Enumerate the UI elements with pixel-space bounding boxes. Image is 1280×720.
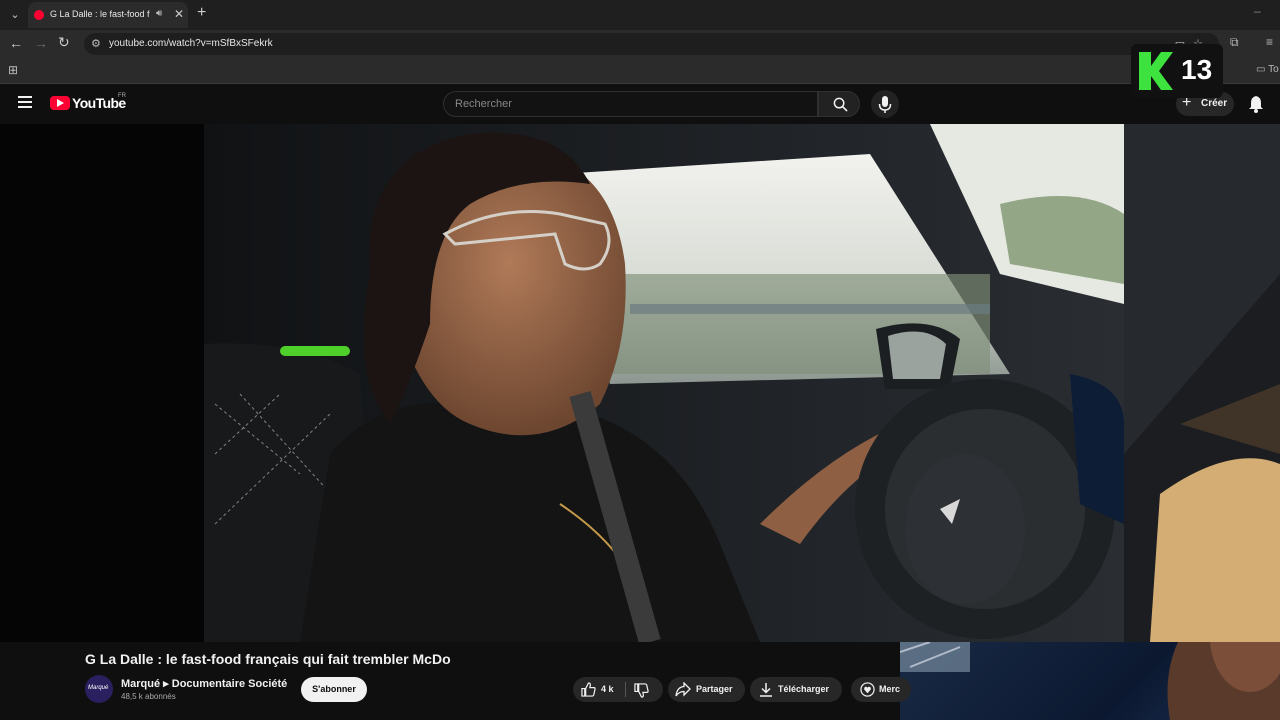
thanks-button[interactable]: Merc xyxy=(851,677,911,702)
window-minimize-icon[interactable]: – xyxy=(1254,4,1261,18)
back-arrow-icon[interactable]: ← xyxy=(9,35,23,51)
avatar-text: Marqué xyxy=(88,685,109,691)
thumbs-down-icon[interactable] xyxy=(634,683,649,698)
browser-tabstrip: ⌄ G La Dalle : le fast-food fran 🔊︎ ✕ + … xyxy=(0,0,1280,30)
video-title: G La Dalle : le fast-food français qui f… xyxy=(85,651,451,667)
folder-icon: ▭ xyxy=(1256,64,1266,75)
tab-close-icon[interactable]: ✕ xyxy=(174,7,184,21)
webcam-overlay xyxy=(900,642,1280,720)
extensions-icon[interactable]: ⧉ xyxy=(1230,35,1239,50)
audio-playing-icon[interactable]: 🔊︎ xyxy=(156,8,162,19)
like-dislike-group: 4 k xyxy=(573,677,663,702)
notifications-bell-icon[interactable] xyxy=(1248,95,1264,113)
thanks-heart-icon xyxy=(860,682,875,697)
download-icon xyxy=(760,683,772,697)
share-arrow-icon xyxy=(675,682,691,697)
browser-toolbar: ← → ↻ ⚙ youtube.com/watch?v=mSfBxSFekrk … xyxy=(0,30,1280,58)
like-count[interactable]: 4 k xyxy=(601,684,614,694)
bookmark-folder[interactable]: ▭ To xyxy=(1256,64,1279,75)
youtube-favicon-icon xyxy=(34,10,44,20)
channel-overlay-logo: 13 xyxy=(1131,44,1223,98)
region-code: FR xyxy=(118,93,126,99)
channel-name[interactable]: Marqué ▸ Documentaire Société xyxy=(121,677,287,690)
voice-search-button[interactable] xyxy=(871,90,899,118)
site-info-icon[interactable]: ⚙ xyxy=(91,37,101,50)
k-letter-logo-icon xyxy=(1139,52,1173,90)
webcam-frame xyxy=(900,642,1280,720)
youtube-masthead: YouTube FR Rechercher + Créer xyxy=(0,84,1280,124)
apps-grid-icon[interactable]: ⊞ xyxy=(8,63,18,77)
url-text[interactable]: youtube.com/watch?v=mSfBxSFekrk xyxy=(109,38,273,49)
like-divider xyxy=(625,682,626,697)
search-placeholder: Rechercher xyxy=(455,98,512,110)
create-label: Créer xyxy=(1201,98,1228,109)
address-bar[interactable]: ⚙ youtube.com/watch?v=mSfBxSFekrk ▭☆ xyxy=(84,33,1219,55)
hamburger-menu-icon[interactable] xyxy=(18,96,32,108)
search-icon xyxy=(833,97,848,112)
bookmark-folder-label: To xyxy=(1268,64,1279,75)
video-frame xyxy=(0,124,1280,642)
new-tab-plus-icon[interactable]: + xyxy=(197,4,206,22)
microphone-icon xyxy=(878,96,892,113)
reload-icon[interactable]: ↻ xyxy=(58,34,70,51)
search-button[interactable] xyxy=(818,91,860,117)
video-player[interactable] xyxy=(0,124,1280,642)
share-label: Partager xyxy=(696,684,733,694)
subscriber-count: 48,5 k abonnés xyxy=(121,692,176,701)
thanks-label: Merc xyxy=(879,684,901,694)
download-button[interactable]: Télécharger xyxy=(750,677,842,702)
channel-avatar[interactable]: Marqué xyxy=(85,675,113,703)
bookmarks-bar: ⊞ ▭ To xyxy=(0,58,1280,84)
forward-arrow-icon[interactable]: → xyxy=(34,35,48,51)
youtube-logo-icon[interactable] xyxy=(50,96,70,110)
tab-title: G La Dalle : le fast-food fran xyxy=(50,9,150,19)
download-label: Télécharger xyxy=(778,684,830,694)
reading-list-icon[interactable]: ≡ xyxy=(1266,35,1273,49)
tab-list-chevron-icon[interactable]: ⌄ xyxy=(6,6,24,24)
subscribe-button[interactable]: S'abonner xyxy=(301,677,367,702)
search-input[interactable]: Rechercher xyxy=(443,91,818,117)
overlay-number: 13 xyxy=(1181,54,1213,85)
share-button[interactable]: Partager xyxy=(668,677,745,702)
browser-tab[interactable]: G La Dalle : le fast-food fran 🔊︎ ✕ xyxy=(28,2,188,28)
thumbs-up-icon[interactable] xyxy=(581,682,596,697)
